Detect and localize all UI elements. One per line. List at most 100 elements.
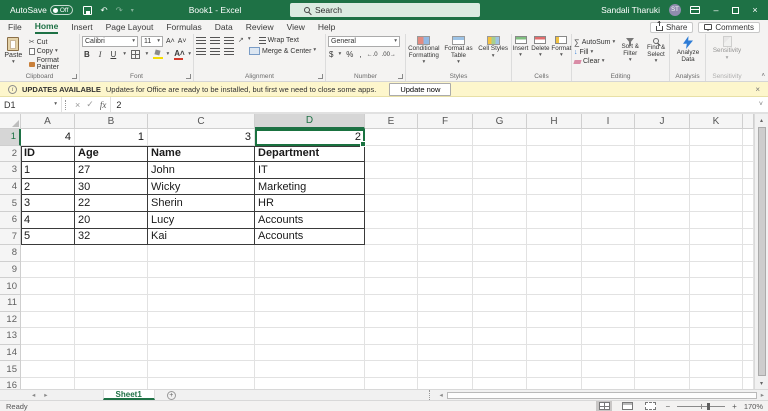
normal-view-button[interactable] xyxy=(596,401,612,411)
cell-I4[interactable] xyxy=(582,179,635,196)
cell-H1[interactable] xyxy=(527,129,582,146)
cell-J8[interactable] xyxy=(635,245,690,262)
column-header-D[interactable]: D xyxy=(255,114,365,129)
cell-B11[interactable] xyxy=(75,295,148,312)
cell-B7[interactable]: 32 xyxy=(75,229,148,246)
fill-color-icon[interactable] xyxy=(153,50,161,59)
cell-D13[interactable] xyxy=(255,328,365,345)
cell-x5[interactable] xyxy=(743,195,754,212)
select-all-button[interactable] xyxy=(0,114,21,129)
cell-C1[interactable]: 3 xyxy=(148,129,255,146)
cell-A2[interactable]: ID xyxy=(21,146,75,163)
cell-B3[interactable]: 27 xyxy=(75,162,148,179)
cell-B15[interactable] xyxy=(75,361,148,378)
autosum-button[interactable]: ∑AutoSum▾ xyxy=(574,38,615,47)
column-header-E[interactable]: E xyxy=(365,114,418,129)
cell-E9[interactable] xyxy=(365,262,418,279)
row-header-3[interactable]: 3 xyxy=(0,162,21,179)
cell-D6[interactable]: Accounts xyxy=(255,212,365,229)
cell-x7[interactable] xyxy=(743,229,754,246)
scroll-right-icon[interactable]: ▸ xyxy=(759,391,766,399)
tab-page-layout[interactable]: Page Layout xyxy=(106,20,154,34)
cell-H4[interactable] xyxy=(527,179,582,196)
cell-K15[interactable] xyxy=(690,361,743,378)
tab-data[interactable]: Data xyxy=(215,20,233,34)
cell-J3[interactable] xyxy=(635,162,690,179)
cell-C14[interactable] xyxy=(148,345,255,362)
cell-x1[interactable] xyxy=(743,129,754,146)
borders-icon[interactable] xyxy=(131,50,140,59)
name-box-dropdown-icon[interactable]: ▾ xyxy=(54,102,57,108)
align-center-icon[interactable] xyxy=(210,48,220,55)
cell-x16[interactable] xyxy=(743,378,754,389)
row-header-15[interactable]: 15 xyxy=(0,361,21,378)
cell-G12[interactable] xyxy=(473,312,527,329)
cell-x2[interactable] xyxy=(743,146,754,163)
cell-x10[interactable] xyxy=(743,278,754,295)
cell-J12[interactable] xyxy=(635,312,690,329)
format-painter-button[interactable]: Format Painter xyxy=(29,57,77,71)
font-name-select[interactable]: Calibri▾ xyxy=(82,36,138,47)
number-dialog-launcher-icon[interactable] xyxy=(398,74,403,79)
cell-G11[interactable] xyxy=(473,295,527,312)
cell-B16[interactable] xyxy=(75,378,148,389)
horizontal-scrollbar[interactable]: ◂ ▸ xyxy=(426,390,768,400)
cell-F15[interactable] xyxy=(418,361,473,378)
cell-C6[interactable]: Lucy xyxy=(148,212,255,229)
tab-insert[interactable]: Insert xyxy=(71,20,92,34)
share-button[interactable]: Share xyxy=(650,22,693,33)
row-header-14[interactable]: 14 xyxy=(0,345,21,362)
cell-G1[interactable] xyxy=(473,129,527,146)
cell-D1[interactable]: 2 xyxy=(255,129,365,146)
prev-sheet-icon[interactable]: ◂ xyxy=(32,391,35,399)
cell-J6[interactable] xyxy=(635,212,690,229)
cell-E1[interactable] xyxy=(365,129,418,146)
cell-B14[interactable] xyxy=(75,345,148,362)
sensitivity-button[interactable]: Sensitivity▾ xyxy=(708,36,746,61)
save-icon[interactable] xyxy=(83,6,92,15)
cell-K1[interactable] xyxy=(690,129,743,146)
collapse-ribbon-icon[interactable]: ˄ xyxy=(761,73,765,79)
bold-button[interactable]: B xyxy=(82,50,92,59)
cell-I8[interactable] xyxy=(582,245,635,262)
cell-E5[interactable] xyxy=(365,195,418,212)
column-header-A[interactable]: A xyxy=(21,114,75,129)
cell-K5[interactable] xyxy=(690,195,743,212)
cell-F9[interactable] xyxy=(418,262,473,279)
cell-D12[interactable] xyxy=(255,312,365,329)
cell-x3[interactable] xyxy=(743,162,754,179)
cell-styles-button[interactable]: Cell Styles▾ xyxy=(477,36,509,71)
cell-J2[interactable] xyxy=(635,146,690,163)
cell-I12[interactable] xyxy=(582,312,635,329)
cell-E4[interactable] xyxy=(365,179,418,196)
column-header-B[interactable]: B xyxy=(75,114,148,129)
italic-button[interactable]: I xyxy=(97,50,104,59)
cell-x6[interactable] xyxy=(743,212,754,229)
zoom-slider[interactable] xyxy=(677,406,725,407)
cell-F14[interactable] xyxy=(418,345,473,362)
cell-G3[interactable] xyxy=(473,162,527,179)
cell-I11[interactable] xyxy=(582,295,635,312)
cell-F10[interactable] xyxy=(418,278,473,295)
cell-D16[interactable] xyxy=(255,378,365,389)
cell-D5[interactable]: HR xyxy=(255,195,365,212)
row-header-9[interactable]: 9 xyxy=(0,262,21,279)
cell-A4[interactable]: 2 xyxy=(21,179,75,196)
cell-x11[interactable] xyxy=(743,295,754,312)
zoom-slider-handle[interactable] xyxy=(707,403,710,410)
cell-D8[interactable] xyxy=(255,245,365,262)
cell-B12[interactable] xyxy=(75,312,148,329)
cell-B10[interactable] xyxy=(75,278,148,295)
cell-J14[interactable] xyxy=(635,345,690,362)
row-header-5[interactable]: 5 xyxy=(0,195,21,212)
cell-B2[interactable]: Age xyxy=(75,146,148,163)
cell-E13[interactable] xyxy=(365,328,418,345)
cell-H8[interactable] xyxy=(527,245,582,262)
page-break-view-button[interactable] xyxy=(642,401,658,411)
row-header-16[interactable]: 16 xyxy=(0,378,21,389)
autosave-toggle[interactable]: AutoSave Off xyxy=(10,5,73,15)
merge-center-button[interactable]: Merge & Center▾ xyxy=(249,47,316,55)
row-header-11[interactable]: 11 xyxy=(0,295,21,312)
format-as-table-button[interactable]: Format as Table▾ xyxy=(443,36,475,71)
zoom-level[interactable]: 170% xyxy=(744,402,763,411)
